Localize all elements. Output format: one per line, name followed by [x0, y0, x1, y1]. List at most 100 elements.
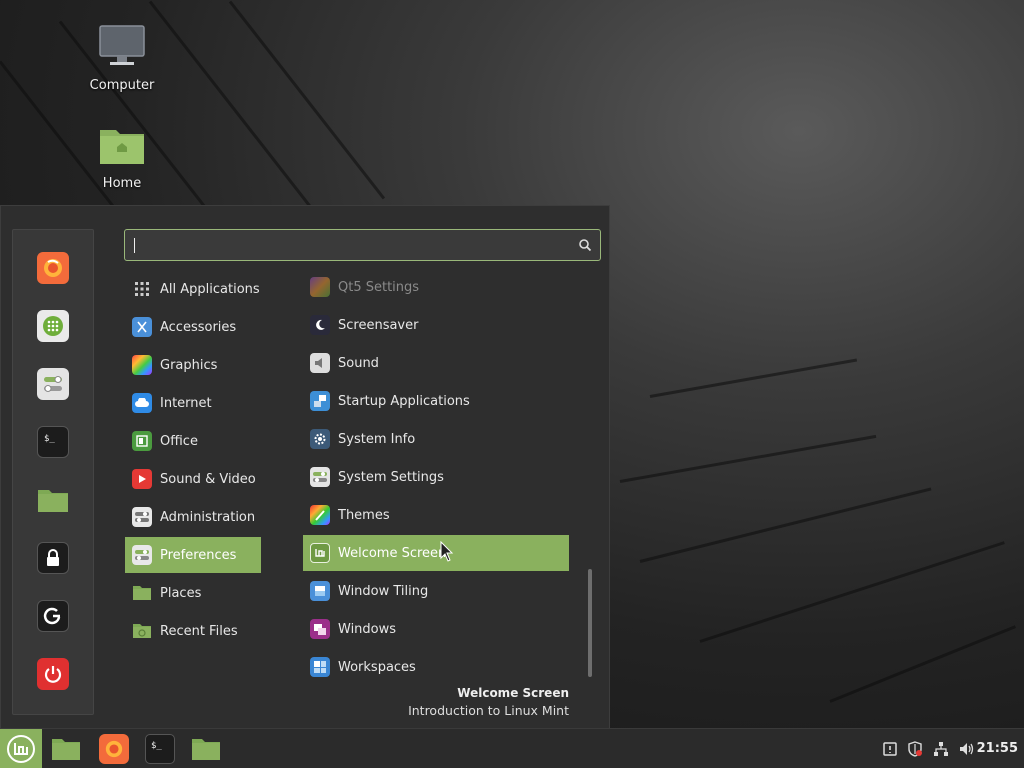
desktop-icon-home[interactable]: Home	[77, 126, 167, 191]
app-description-text: Introduction to Linux Mint	[408, 703, 569, 718]
themes-icon	[310, 505, 330, 525]
network-icon[interactable]	[933, 741, 949, 757]
app-welcome-screen[interactable]: Welcome Screen	[303, 535, 569, 571]
lock-icon	[47, 549, 59, 566]
mint-icon	[310, 543, 330, 563]
app-label: Welcome Screen	[338, 545, 447, 561]
windows-icon	[310, 619, 330, 639]
moon-icon	[310, 315, 330, 335]
system-settings-icon	[44, 376, 62, 392]
taskbar-files-2[interactable]	[191, 734, 221, 764]
clock[interactable]: 21:55	[977, 741, 1018, 756]
mint-logo-icon	[7, 735, 35, 763]
window-tiling-icon	[310, 581, 330, 601]
system-settings-icon	[310, 467, 330, 487]
app-label: Themes	[338, 507, 390, 523]
app-windows[interactable]: Windows	[303, 611, 569, 647]
terminal-icon: $_	[151, 741, 162, 751]
taskbar-terminal[interactable]: $_	[145, 734, 175, 764]
category-administration[interactable]: Administration	[125, 499, 261, 535]
menu-button[interactable]	[0, 729, 42, 768]
folder-icon	[38, 490, 68, 512]
search-icon	[579, 239, 592, 252]
terminal-icon: $_	[44, 434, 55, 444]
bottom-panel: $_ 21:55	[0, 728, 1024, 768]
category-label: Office	[160, 433, 198, 449]
favorite-software-manager[interactable]	[37, 310, 69, 342]
speaker-icon	[310, 353, 330, 373]
taskbar-firefox[interactable]	[99, 734, 129, 764]
startup-icon	[310, 391, 330, 411]
favorite-quit[interactable]	[37, 658, 69, 690]
software-manager-icon	[43, 316, 63, 336]
update-shield-icon[interactable]	[907, 741, 923, 757]
power-icon	[44, 666, 62, 683]
app-window-tiling[interactable]: Window Tiling	[303, 573, 569, 609]
app-list-scrollbar[interactable]	[588, 569, 592, 677]
app-workspaces[interactable]: Workspaces	[303, 649, 569, 685]
category-internet[interactable]: Internet	[125, 385, 261, 421]
app-startup-applications[interactable]: Startup Applications	[303, 383, 569, 419]
favorite-terminal[interactable]: $_	[37, 426, 69, 458]
qt5-settings-icon	[310, 277, 330, 297]
grid-icon	[132, 279, 152, 299]
firefox-icon	[105, 740, 123, 758]
app-themes[interactable]: Themes	[303, 497, 569, 533]
folder-icon	[52, 739, 80, 760]
application-menu: $_ All Applications Accessories Graphics…	[0, 205, 610, 728]
svg-text:$_: $_	[151, 741, 162, 751]
firefox-icon	[44, 259, 62, 277]
folder-icon	[192, 739, 220, 760]
app-label: Startup Applications	[338, 393, 470, 409]
favorite-firefox[interactable]	[37, 252, 69, 284]
app-sound[interactable]: Sound	[303, 345, 569, 381]
desktop-icon-label: Computer	[89, 78, 155, 93]
notification-icon[interactable]	[882, 741, 898, 757]
desktop-icon-label: Home	[102, 176, 142, 191]
taskbar-files[interactable]	[51, 734, 81, 764]
category-office[interactable]: Office	[125, 423, 261, 459]
desktop-icon-computer[interactable]: Computer	[77, 24, 167, 93]
app-qt5-settings[interactable]: Qt5 Settings	[303, 269, 569, 305]
app-system-info[interactable]: System Info	[303, 421, 569, 457]
category-label: Administration	[160, 509, 256, 525]
workspaces-icon	[310, 657, 330, 677]
folder-icon	[132, 583, 152, 603]
favorite-log-out[interactable]	[37, 600, 69, 632]
category-sound-video[interactable]: Sound & Video	[125, 461, 261, 497]
office-icon	[132, 431, 152, 451]
app-label: Qt5 Settings	[338, 279, 420, 295]
logout-icon	[43, 607, 61, 625]
volume-icon[interactable]	[959, 741, 975, 757]
favorite-system-settings[interactable]	[37, 368, 69, 400]
category-label: Internet	[160, 395, 212, 411]
text-cursor	[134, 238, 135, 253]
monitor-icon	[99, 25, 145, 65]
favorite-files[interactable]	[37, 484, 69, 516]
administration-icon	[132, 507, 152, 527]
app-screensaver[interactable]: Screensaver	[303, 307, 569, 343]
app-description-title: Welcome Screen	[457, 686, 569, 700]
category-graphics[interactable]: Graphics	[125, 347, 261, 383]
app-label: Workspaces	[338, 659, 416, 675]
app-label: System Info	[338, 431, 416, 447]
app-label: Sound	[338, 355, 379, 371]
app-label: Screensaver	[338, 317, 419, 333]
category-label: Recent Files	[160, 623, 238, 639]
category-all-applications[interactable]: All Applications	[125, 271, 261, 307]
cloud-icon	[132, 393, 152, 413]
category-accessories[interactable]: Accessories	[125, 309, 261, 345]
app-label: Window Tiling	[338, 583, 429, 599]
category-preferences[interactable]: Preferences	[125, 537, 261, 573]
favorite-lock-screen[interactable]	[37, 542, 69, 574]
search-input[interactable]	[124, 229, 601, 261]
category-label: Graphics	[160, 357, 218, 373]
app-system-settings[interactable]: System Settings	[303, 459, 569, 495]
category-label: Accessories	[160, 319, 237, 335]
category-recent-files[interactable]: Recent Files	[125, 613, 261, 649]
category-label: Preferences	[160, 547, 237, 563]
svg-text:$_: $_	[44, 434, 55, 444]
app-label: Windows	[338, 621, 397, 637]
category-places[interactable]: Places	[125, 575, 261, 611]
home-folder-icon	[100, 130, 144, 164]
